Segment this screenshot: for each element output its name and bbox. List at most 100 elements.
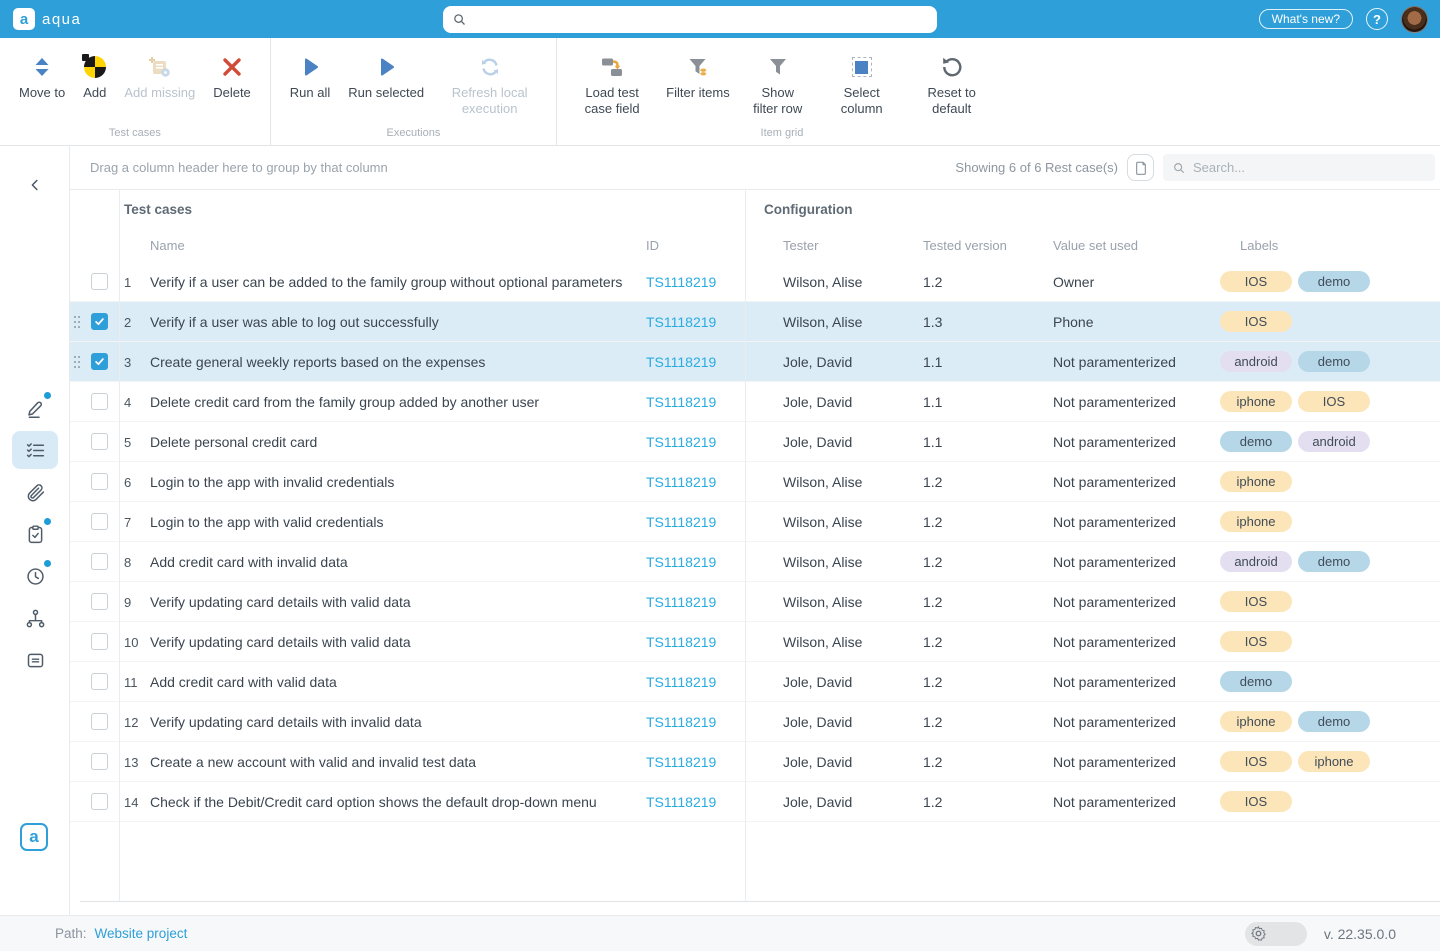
- table-row[interactable]: 14Check if the Debit/Credit card option …: [70, 782, 1440, 822]
- tested-version-cell: 1.2: [923, 754, 1053, 770]
- label-pill: demo: [1220, 431, 1292, 452]
- tester-cell: Wilson, Alise: [745, 274, 923, 290]
- column-header-id[interactable]: ID: [646, 238, 745, 253]
- table-row[interactable]: 1Verify if a user can be added to the fa…: [70, 262, 1440, 302]
- run-all-button[interactable]: Run all: [281, 52, 339, 101]
- grid-search[interactable]: [1163, 154, 1435, 181]
- reset-to-default-button[interactable]: Reset to default: [907, 52, 997, 118]
- sidebar-item-comments[interactable]: [12, 641, 58, 679]
- global-search-input[interactable]: [474, 12, 928, 27]
- load-test-case-field-button[interactable]: Load test case field: [567, 52, 657, 118]
- refresh-icon: [478, 52, 502, 82]
- reset-to-default-icon: [940, 52, 964, 82]
- row-checkbox[interactable]: [91, 793, 108, 810]
- column-header-labels[interactable]: Labels: [1220, 238, 1440, 253]
- run-selected-button[interactable]: Run selected: [339, 52, 433, 101]
- value-set-cell: Not paramenterized: [1053, 554, 1220, 570]
- table-row[interactable]: 13Create a new account with valid and in…: [70, 742, 1440, 782]
- ribbon-toolbar: Move to Add Add missing Delete Test case…: [0, 38, 1440, 146]
- collapse-sidebar-button[interactable]: [22, 172, 48, 198]
- table-row[interactable]: 9Verify updating card details with valid…: [70, 582, 1440, 622]
- test-case-id-link[interactable]: TS1118219: [646, 394, 716, 410]
- grid-search-input[interactable]: [1193, 160, 1426, 175]
- user-avatar[interactable]: [1401, 6, 1428, 33]
- row-checkbox[interactable]: [91, 313, 108, 330]
- column-header-name[interactable]: Name: [150, 238, 646, 253]
- test-case-id-link[interactable]: TS1118219: [646, 754, 716, 770]
- row-checkbox[interactable]: [91, 273, 108, 290]
- row-number: 2: [124, 315, 131, 330]
- select-column-button[interactable]: Select column: [817, 52, 907, 118]
- column-header-value-set-used[interactable]: Value set used: [1053, 238, 1220, 253]
- show-filter-row-button[interactable]: Show filter row: [739, 52, 817, 118]
- test-case-id-link[interactable]: TS1118219: [646, 314, 716, 330]
- notification-dot: [44, 392, 51, 399]
- sidebar-item-test-steps[interactable]: [12, 431, 58, 469]
- row-checkbox[interactable]: [91, 553, 108, 570]
- table-row[interactable]: 3Create general weekly reports based on …: [70, 342, 1440, 382]
- test-case-id-link[interactable]: TS1118219: [646, 714, 716, 730]
- test-case-id-link[interactable]: TS1118219: [646, 434, 716, 450]
- drag-handle-icon[interactable]: [74, 316, 80, 328]
- sidebar-item-description[interactable]: [12, 389, 58, 427]
- label-pill: android: [1220, 351, 1292, 372]
- row-checkbox[interactable]: [91, 513, 108, 530]
- test-case-name: Login to the app with invalid credential…: [150, 474, 646, 490]
- whats-new-button[interactable]: What's new?: [1259, 9, 1353, 29]
- column-header-tested-version[interactable]: Tested version: [923, 238, 1053, 253]
- labels-cell: demoandroid: [1220, 431, 1440, 452]
- settings-toggle[interactable]: [1245, 922, 1307, 946]
- row-number: 12: [124, 715, 138, 730]
- table-row[interactable]: 7Login to the app with valid credentials…: [70, 502, 1440, 542]
- test-case-id-link[interactable]: TS1118219: [646, 354, 716, 370]
- row-checkbox[interactable]: [91, 433, 108, 450]
- sidebar-item-executions[interactable]: [12, 515, 58, 553]
- test-case-id-link[interactable]: TS1118219: [646, 554, 716, 570]
- test-case-name: Verify if a user was able to log out suc…: [150, 314, 646, 330]
- row-checkbox[interactable]: [91, 353, 108, 370]
- test-case-id-link[interactable]: TS1118219: [646, 594, 716, 610]
- move-to-button[interactable]: Move to: [10, 52, 74, 101]
- row-checkbox[interactable]: [91, 393, 108, 410]
- table-row[interactable]: 10Verify updating card details with vali…: [70, 622, 1440, 662]
- tester-cell: Wilson, Alise: [745, 594, 923, 610]
- table-row[interactable]: 6Login to the app with invalid credentia…: [70, 462, 1440, 502]
- row-checkbox[interactable]: [91, 753, 108, 770]
- copy-document-button[interactable]: [1127, 154, 1154, 181]
- test-case-id-link[interactable]: TS1118219: [646, 674, 716, 690]
- column-header-tester[interactable]: Tester: [745, 238, 923, 253]
- table-row[interactable]: 12Verify updating card details with inva…: [70, 702, 1440, 742]
- table-row[interactable]: 11Add credit card with valid dataTS11182…: [70, 662, 1440, 702]
- row-checkbox[interactable]: [91, 633, 108, 650]
- test-case-id-link[interactable]: TS1118219: [646, 274, 716, 290]
- tested-version-cell: 1.2: [923, 594, 1053, 610]
- help-icon[interactable]: ?: [1366, 8, 1388, 30]
- table-row[interactable]: 5Delete personal credit cardTS1118219Jol…: [70, 422, 1440, 462]
- test-case-id-link[interactable]: TS1118219: [646, 634, 716, 650]
- test-case-id-link[interactable]: TS1118219: [646, 794, 716, 810]
- clipboard-check-icon: [25, 524, 46, 545]
- table-row[interactable]: 2 Verify if a user was able to log out su…: [70, 302, 1440, 342]
- tester-cell: Jole, David: [745, 354, 923, 370]
- filter-items-button[interactable]: Filter items: [657, 52, 739, 101]
- tester-cell: Jole, David: [745, 754, 923, 770]
- test-case-id-link[interactable]: TS1118219: [646, 474, 716, 490]
- drag-handle-icon[interactable]: [74, 356, 80, 368]
- add-button[interactable]: Add: [74, 52, 115, 101]
- path-project-link[interactable]: Website project: [95, 926, 188, 941]
- table-row[interactable]: 4Delete credit card from the family grou…: [70, 382, 1440, 422]
- sidebar-item-attachments[interactable]: [12, 473, 58, 511]
- row-checkbox[interactable]: [91, 713, 108, 730]
- table-row[interactable]: 8Add credit card with invalid dataTS1118…: [70, 542, 1440, 582]
- label-pill: IOS: [1220, 631, 1292, 652]
- test-case-id-link[interactable]: TS1118219: [646, 514, 716, 530]
- row-checkbox[interactable]: [91, 673, 108, 690]
- delete-button[interactable]: Delete: [204, 52, 260, 101]
- sidebar-item-history[interactable]: [12, 557, 58, 595]
- row-checkbox[interactable]: [91, 593, 108, 610]
- group-by-bar[interactable]: Drag a column header here to group by th…: [70, 146, 1440, 190]
- row-checkbox[interactable]: [91, 473, 108, 490]
- row-number: 1: [124, 275, 131, 290]
- sidebar-item-dependencies[interactable]: [12, 599, 58, 637]
- global-search[interactable]: [443, 6, 937, 33]
